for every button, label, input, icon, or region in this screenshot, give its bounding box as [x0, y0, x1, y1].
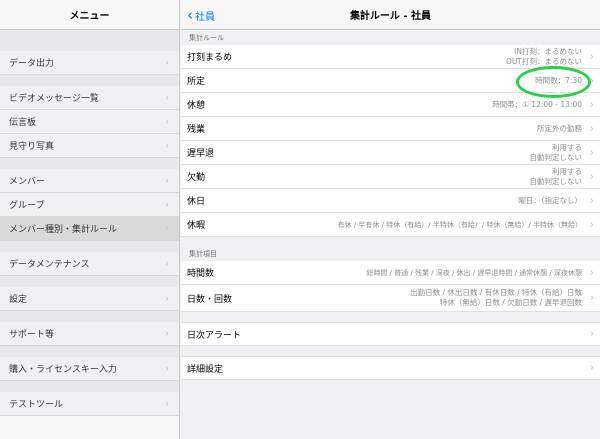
main-panel: ‹ 社員 集計ルール - 社員 集計ルール 打刻まるめ IN打刻：まるめない OU…	[181, 0, 600, 439]
chevron-right-icon: ›	[165, 57, 169, 68]
sidebar-item-settings[interactable]: 設定 ›	[0, 287, 179, 311]
item-row-hours[interactable]: 時間数 総時間 / 普通 / 残業 / 深夜 / 休出 / 遅早退時間 / 通常…	[181, 261, 600, 285]
chevron-right-icon: ›	[165, 258, 169, 269]
section-header-rules: 集計ルール	[189, 34, 224, 42]
chevron-right-icon: ›	[165, 293, 169, 304]
chevron-right-icon: ›	[165, 328, 169, 339]
sidebar-item-data-maintenance[interactable]: データメンテナンス ›	[0, 252, 179, 276]
sidebar-item-video-messages[interactable]: ビデオメッセージ一覧 ›	[0, 86, 179, 110]
sidebar-item-groups[interactable]: グループ ›	[0, 193, 179, 217]
rule-row-rounding[interactable]: 打刻まるめ IN打刻：まるめない OUT打刻：まるめない ›	[181, 45, 600, 69]
chevron-right-icon: ›	[590, 75, 594, 86]
sidebar-item-data-output[interactable]: データ出力 ›	[0, 51, 179, 75]
advanced-settings-row[interactable]: 詳細設定 ›	[181, 356, 600, 380]
main-nav-bar: ‹ 社員 集計ルール - 社員	[181, 0, 600, 30]
chevron-right-icon: ›	[590, 171, 594, 182]
page-title: 集計ルール - 社員	[349, 11, 432, 22]
item-row-days-counts[interactable]: 日数・回数 出勤日数 / 休出日数 / 有休日数 / 特休（有給）日数 特休（無給…	[181, 285, 600, 312]
daily-alert-row[interactable]: 日次アラート ›	[181, 322, 600, 346]
rule-row-leave[interactable]: 休暇 有休 / 半有休 / 特休（有給）/ 半特休（有給）/ 特休（無給）/ 半…	[181, 213, 600, 237]
chevron-right-icon: ›	[590, 195, 594, 206]
chevron-right-icon: ›	[590, 219, 594, 230]
rule-row-break[interactable]: 休憩 時間帯：① 12:00 - 13:00 ›	[181, 93, 600, 117]
chevron-right-icon: ›	[590, 99, 594, 110]
chevron-right-icon: ›	[165, 363, 169, 374]
sidebar-item-purchase-license[interactable]: 購入・ライセンスキー入力 ›	[0, 357, 179, 381]
sidebar: メニュー データ出力 › ビデオメッセージ一覧 › 伝言板 › 見守り写真 › メンバー…	[0, 0, 180, 439]
rule-row-late-early[interactable]: 遅早退 利用する 自動判定しない ›	[181, 141, 600, 165]
sidebar-title: メニュー	[0, 0, 179, 30]
rule-row-absence[interactable]: 欠勤 利用する 自動判定しない ›	[181, 165, 600, 189]
chevron-right-icon: ›	[165, 92, 169, 103]
chevron-right-icon: ›	[590, 51, 594, 62]
back-label: 社員	[195, 11, 215, 23]
section-header-items: 集計項目	[189, 250, 217, 258]
back-button[interactable]: ‹ 社員	[187, 0, 215, 30]
chevron-right-icon: ›	[165, 223, 169, 234]
sidebar-item-members[interactable]: メンバー ›	[0, 169, 179, 193]
chevron-right-icon: ›	[590, 328, 594, 340]
chevron-right-icon: ›	[165, 116, 169, 127]
chevron-right-icon: ›	[165, 199, 169, 210]
chevron-right-icon: ›	[590, 123, 594, 134]
sidebar-item-member-types-rules[interactable]: メンバー種別・集計ルール ›	[0, 217, 179, 241]
chevron-right-icon: ›	[165, 140, 169, 151]
chevron-right-icon: ›	[165, 175, 169, 186]
chevron-right-icon: ›	[590, 362, 594, 374]
chevron-right-icon: ›	[590, 267, 594, 278]
chevron-right-icon: ›	[590, 292, 594, 304]
sidebar-item-watch-photos[interactable]: 見守り写真 ›	[0, 134, 179, 158]
sidebar-item-support[interactable]: サポート等 ›	[0, 322, 179, 346]
sidebar-item-test-tools[interactable]: テストツール ›	[0, 392, 179, 416]
rule-row-overtime[interactable]: 残業 所定外の勤務 ›	[181, 117, 600, 141]
sidebar-item-message-board[interactable]: 伝言板 ›	[0, 110, 179, 134]
chevron-right-icon: ›	[165, 398, 169, 409]
chevron-left-icon: ‹	[187, 5, 193, 24]
rule-row-scheduled[interactable]: 所定 時間数：7:30 ›	[181, 69, 600, 93]
rule-row-holiday[interactable]: 休日 曜日：（指定なし） ›	[181, 189, 600, 213]
chevron-right-icon: ›	[590, 147, 594, 158]
